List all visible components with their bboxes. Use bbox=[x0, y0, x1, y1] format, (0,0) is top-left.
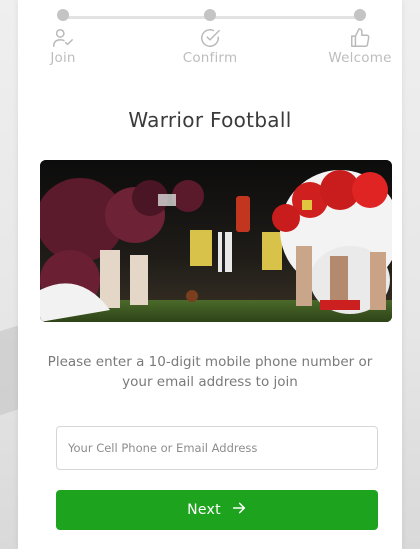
step-label-confirm: Confirm bbox=[182, 50, 238, 66]
instructions-text: Please enter a 10-digit mobile phone num… bbox=[47, 354, 373, 390]
step-join: Join bbox=[13, 9, 113, 66]
step-dot bbox=[204, 9, 216, 21]
page-title: Warrior Football bbox=[128, 108, 292, 132]
arrow-right-icon bbox=[231, 500, 247, 520]
next-button-label: Next bbox=[187, 502, 221, 518]
step-label-join: Join bbox=[50, 50, 76, 66]
step-confirm: Confirm bbox=[160, 9, 260, 66]
step-label-welcome: Welcome bbox=[328, 50, 392, 66]
contact-field[interactable] bbox=[56, 426, 378, 470]
user-check-icon bbox=[13, 27, 113, 49]
progress-stepper: Join Confirm Welcome bbox=[18, 0, 402, 80]
step-welcome: Welcome bbox=[310, 9, 410, 66]
football-line-of-scrimmage-photo bbox=[40, 160, 392, 322]
check-circle-icon bbox=[160, 27, 260, 49]
step-dot bbox=[57, 9, 69, 21]
next-button[interactable]: Next bbox=[56, 490, 378, 530]
step-dot bbox=[354, 9, 366, 21]
contact-input[interactable] bbox=[57, 427, 377, 469]
signup-card: Join Confirm Welcome Warrior Football Pl… bbox=[18, 0, 402, 549]
thumbs-up-icon bbox=[310, 27, 410, 49]
hero-image bbox=[40, 160, 392, 322]
